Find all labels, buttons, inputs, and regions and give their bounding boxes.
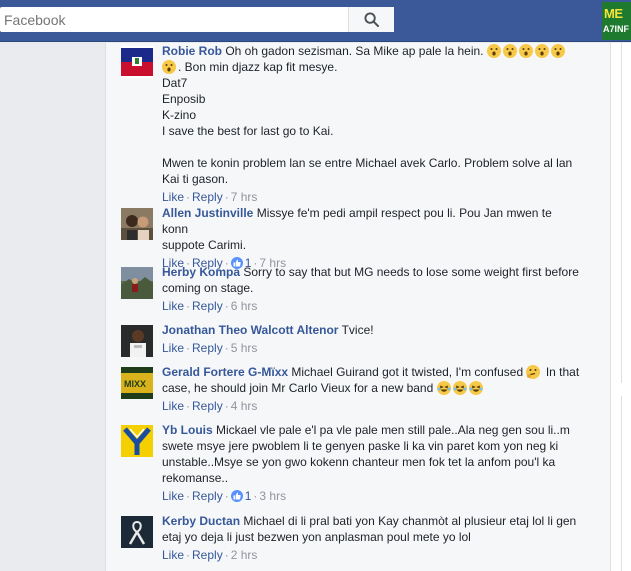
profile-photo [121, 208, 153, 240]
comment-text: Mwen te konin problem lan se entre Micha… [162, 156, 573, 170]
like-link[interactable]: Like [162, 190, 184, 204]
like-link[interactable]: Like [162, 399, 184, 413]
comment-timestamp[interactable]: 7 hrs [231, 190, 258, 204]
comment-timestamp[interactable]: 5 hrs [231, 341, 258, 355]
like-link[interactable]: Like [162, 489, 184, 503]
avatar[interactable] [121, 267, 153, 299]
reply-link[interactable]: Reply [192, 299, 223, 313]
comment-text: case, he should join Mr Carlo Vieux for … [162, 381, 434, 395]
comment-text: In that [545, 365, 580, 379]
haiti-flag-avatar [121, 46, 153, 78]
laughing-emoji-icon [436, 381, 485, 395]
profile-photo [121, 425, 153, 457]
comment-actions: Like · Reply · 7 hrs [162, 190, 258, 204]
astonished-emoji-icon [162, 60, 178, 74]
search-box [0, 7, 394, 32]
comment-text: I save the best for last go to Kai. [162, 124, 334, 138]
profile-photo [121, 325, 153, 357]
like-link[interactable]: Like [162, 299, 184, 313]
logo-text-bottom: A7INF [603, 24, 630, 34]
avatar[interactable] [121, 325, 153, 357]
right-divider [621, 396, 622, 571]
comment-timestamp[interactable]: 2 hrs [231, 548, 258, 562]
comment: Robie Rob Oh oh gadon sezisman. Sa Mike … [121, 43, 581, 205]
astonished-emoji-icon [486, 44, 567, 58]
comment: Herby Kompa Sorry to say that but MG nee… [121, 264, 581, 314]
top-bar: ME A7INF [0, 0, 631, 42]
comment: MIXX Gerald Fortere G-Mïxx Michael Guira… [121, 364, 581, 414]
comment-text: Michael di li pral bati yon Kay chanmòt … [243, 514, 577, 528]
comment-text: Enposib [162, 92, 206, 106]
comment-text: suppote Carimi. [162, 238, 247, 252]
comment-actions: Like · Reply · 2 hrs [162, 548, 258, 562]
comment-author[interactable]: Allen Justinville [162, 206, 253, 220]
like-link[interactable]: Like [162, 548, 184, 562]
comment: Allen Justinville Missye fe'm pedi ampil… [121, 205, 581, 271]
logo-text-top: ME [604, 6, 623, 21]
comment-text: K-zino [162, 108, 197, 122]
avatar[interactable]: MIXX [121, 367, 153, 399]
comment-timestamp[interactable]: 4 hrs [231, 399, 258, 413]
profile-photo [121, 267, 153, 299]
comment-text: Mickael vle pale e'l pa vle pale men sti… [216, 423, 570, 437]
comment-actions: Like · Reply · 4 hrs [162, 399, 258, 413]
comment-author[interactable]: Herby Kompa [162, 265, 240, 279]
comment-timestamp[interactable]: 6 hrs [231, 299, 258, 313]
reply-link[interactable]: Reply [192, 548, 223, 562]
comment-text: Tvice! [341, 323, 374, 337]
search-input[interactable] [0, 7, 348, 32]
search-button[interactable] [348, 7, 394, 32]
comment-text: Dat7 [162, 76, 188, 90]
profile-photo: MIXX [121, 367, 153, 399]
avatar[interactable] [121, 516, 153, 548]
comment-text: Michael Guirand got it twisted, I'm conf… [291, 365, 524, 379]
comment-actions: Like · Reply · 1 · 3 hrs [162, 489, 287, 503]
search-icon [364, 12, 379, 27]
reply-link[interactable]: Reply [192, 399, 223, 413]
like-link[interactable]: Like [162, 341, 184, 355]
comment-author[interactable]: Jonathan Theo Walcott Altenor [162, 323, 338, 337]
profile-photo [121, 516, 153, 548]
comment-author[interactable]: Kerby Ductan [162, 514, 240, 528]
page-logo[interactable]: ME A7INF [602, 2, 631, 40]
comment-text: Oh oh gadon sezisman. Sa Mike ap pale la… [225, 44, 484, 58]
thumbs-up-icon[interactable] [230, 490, 243, 502]
avatar[interactable] [121, 425, 153, 457]
comment-timestamp[interactable]: 3 hrs [259, 489, 286, 503]
reply-link[interactable]: Reply [192, 341, 223, 355]
comment-text: coming on stage. [162, 281, 254, 295]
comment-text: Sorry to say that but MG needs to lose s… [243, 265, 579, 279]
comment-text: rekomanse.. [162, 471, 229, 485]
avatar[interactable] [121, 46, 153, 78]
comment-actions: Like · Reply · 6 hrs [162, 299, 258, 313]
avatar[interactable] [121, 208, 153, 240]
reply-link[interactable]: Reply [192, 190, 223, 204]
svg-text:MIXX: MIXX [124, 379, 146, 389]
left-margin [0, 43, 105, 571]
comment-text: Kai ti gason. [162, 172, 229, 186]
right-divider [621, 43, 622, 383]
comment-author[interactable]: Gerald Fortere G-Mïxx [162, 365, 288, 379]
comment-actions: Like · Reply · 5 hrs [162, 341, 258, 355]
comment-text: unstable..Msye se yon gwo kokenn chanteu… [162, 455, 556, 469]
comments-panel: Robie Rob Oh oh gadon sezisman. Sa Mike … [105, 43, 611, 571]
reply-link[interactable]: Reply [192, 489, 223, 503]
comment-text: etaj yo deja li just bezwen yon anplasma… [162, 530, 471, 544]
comment-text: . Bon min djazz kap fit mesye. [178, 60, 338, 74]
comment: Yb Louis Mickael vle pale e'l pa vle pal… [121, 422, 581, 504]
comment-author[interactable]: Robie Rob [162, 44, 222, 58]
thinking-emoji-icon [526, 365, 542, 379]
comment: Kerby Ductan Michael di li pral bati yon… [121, 513, 581, 563]
comment: Jonathan Theo Walcott Altenor Tvice! Lik… [121, 322, 581, 357]
comment-author[interactable]: Yb Louis [162, 423, 213, 437]
comment-text: swete msye jere pwoblem li te genyen pas… [162, 439, 559, 453]
